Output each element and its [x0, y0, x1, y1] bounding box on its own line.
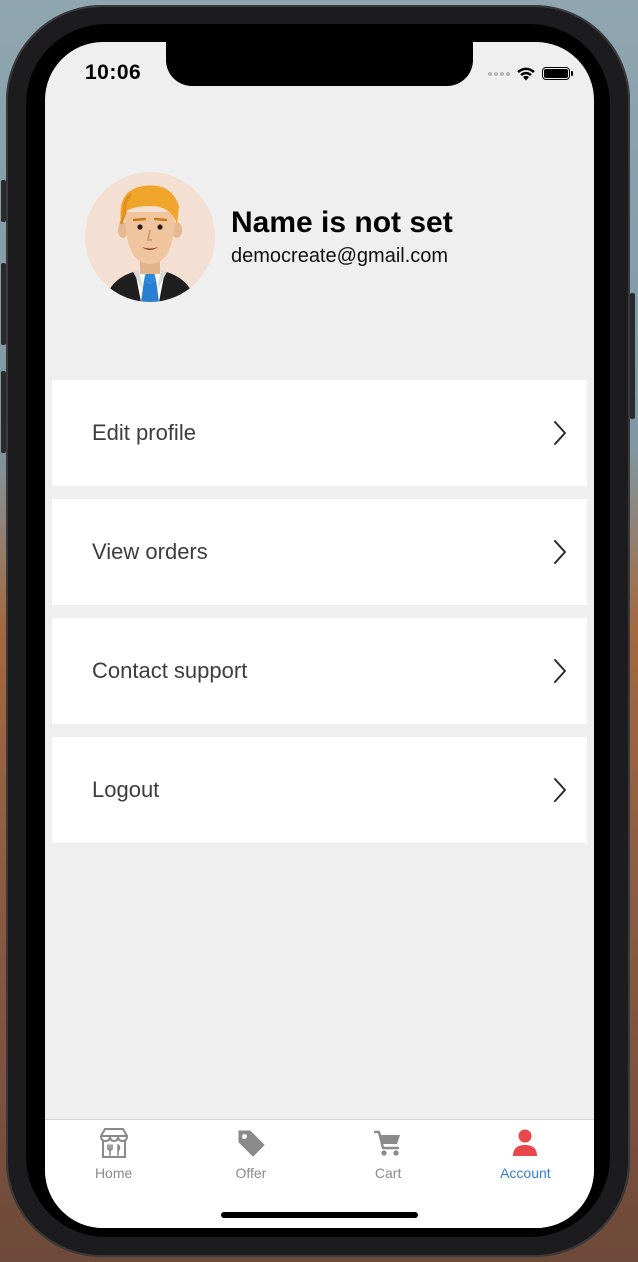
status-time: 10:06 — [85, 61, 142, 84]
menu-item-logout[interactable]: Logout — [52, 737, 587, 843]
menu-item-label: View orders — [92, 539, 208, 564]
account-menu: Edit profile View orders Contact support… — [52, 380, 587, 856]
profile-email: democreate@gmail.com — [231, 245, 449, 267]
chevron-right-icon — [554, 778, 566, 802]
menu-item-contact-support[interactable]: Contact support — [52, 618, 587, 724]
chevron-right-icon — [554, 540, 566, 564]
signal-dots-icon — [488, 71, 510, 76]
menu-item-label: Contact support — [92, 658, 248, 683]
avatar[interactable] — [85, 172, 215, 302]
app-screen: 10:06 Name is not set democreate@gmail.c… — [45, 42, 594, 1228]
tab-label: Cart — [374, 1165, 402, 1181]
profile-name: Name is not set — [231, 206, 453, 239]
menu-item-edit-profile[interactable]: Edit profile — [52, 380, 587, 486]
man-avatar-icon — [105, 185, 195, 302]
tag-icon — [238, 1130, 265, 1157]
home-indicator[interactable] — [221, 1212, 418, 1218]
wifi-icon — [517, 67, 535, 81]
chevron-right-icon — [554, 659, 566, 683]
tab-label: Home — [94, 1165, 133, 1181]
menu-item-label: Logout — [92, 777, 160, 802]
menu-item-view-orders[interactable]: View orders — [52, 499, 587, 605]
storefront-icon — [99, 1128, 128, 1158]
tab-account[interactable]: Account — [457, 1120, 594, 1228]
status-icons — [488, 66, 573, 81]
menu-item-label: Edit profile — [92, 420, 196, 445]
battery-icon — [542, 67, 573, 80]
cart-icon — [373, 1130, 401, 1156]
silent-switch — [1, 180, 6, 222]
tab-home[interactable]: Home — [45, 1120, 182, 1228]
volume-up-button — [1, 263, 6, 345]
power-button — [630, 293, 635, 419]
chevron-right-icon — [554, 421, 566, 445]
person-icon — [513, 1129, 538, 1156]
tab-label: Account — [500, 1165, 551, 1181]
notch — [166, 42, 473, 86]
volume-down-button — [1, 371, 6, 453]
tab-label: Offer — [235, 1165, 267, 1181]
